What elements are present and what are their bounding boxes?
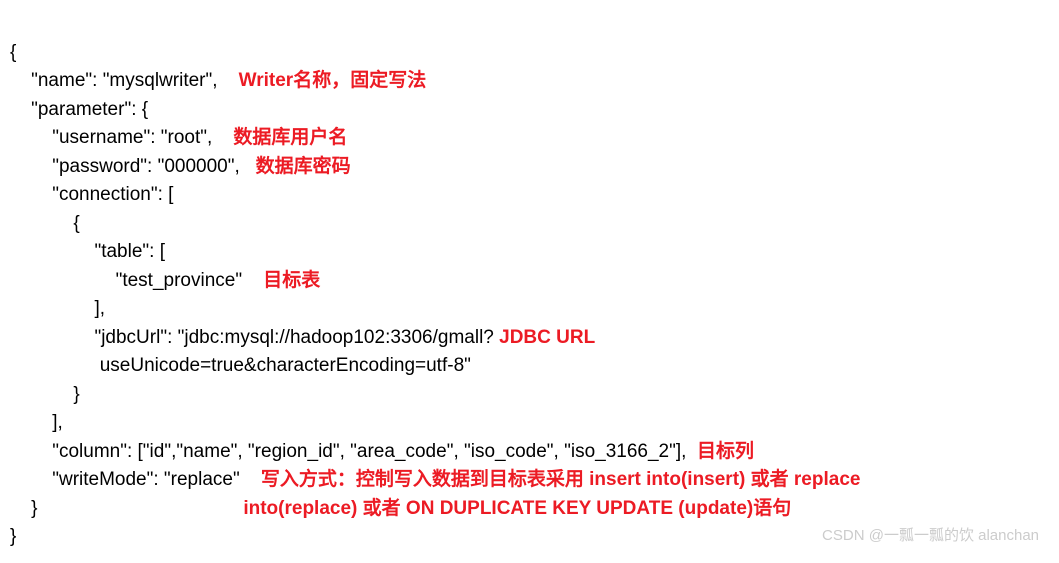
- code-line: }: [10, 498, 37, 519]
- code-line: }: [10, 526, 16, 547]
- annotation-db-password: 数据库密码: [256, 156, 351, 177]
- code-line: "writeMode": "replace": [10, 469, 261, 490]
- code-line: }: [10, 384, 80, 405]
- code-line: "table": [: [10, 241, 165, 262]
- annotation-target-column: 目标列: [697, 441, 754, 462]
- annotation-target-table: 目标表: [263, 270, 320, 291]
- code-block: { "name": "mysqlwriter", Writer名称，固定写法 "…: [10, 10, 1049, 552]
- annotation-jdbc-url: JDBC URL: [499, 327, 595, 348]
- watermark: CSDN @一瓢一瓢的饮 alanchan: [822, 525, 1039, 548]
- code-line: "jdbcUrl": "jdbc:mysql://hadoop102:3306/…: [10, 327, 499, 348]
- code-line: "parameter": {: [10, 99, 148, 120]
- annotation-write-mode-cont: into(replace) 或者 ON DUPLICATE KEY UPDATE…: [37, 498, 791, 519]
- code-line: "name": "mysqlwriter",: [10, 70, 239, 91]
- code-line: "connection": [: [10, 184, 173, 205]
- code-line: "column": ["id","name", "region_id", "ar…: [10, 441, 697, 462]
- code-line: "password": "000000",: [10, 156, 256, 177]
- annotation-writer-name: Writer名称，固定写法: [239, 70, 427, 91]
- code-line: {: [10, 42, 16, 63]
- code-line: ],: [10, 298, 105, 319]
- code-line: {: [10, 213, 80, 234]
- code-line: ],: [10, 412, 63, 433]
- code-line: useUnicode=true&characterEncoding=utf-8": [10, 355, 471, 376]
- annotation-write-mode: 写入方式：控制写入数据到目标表采用 insert into(insert) 或者…: [261, 469, 861, 490]
- code-line: "test_province": [10, 270, 263, 291]
- code-line: "username": "root",: [10, 127, 233, 148]
- annotation-db-username: 数据库用户名: [233, 127, 347, 148]
